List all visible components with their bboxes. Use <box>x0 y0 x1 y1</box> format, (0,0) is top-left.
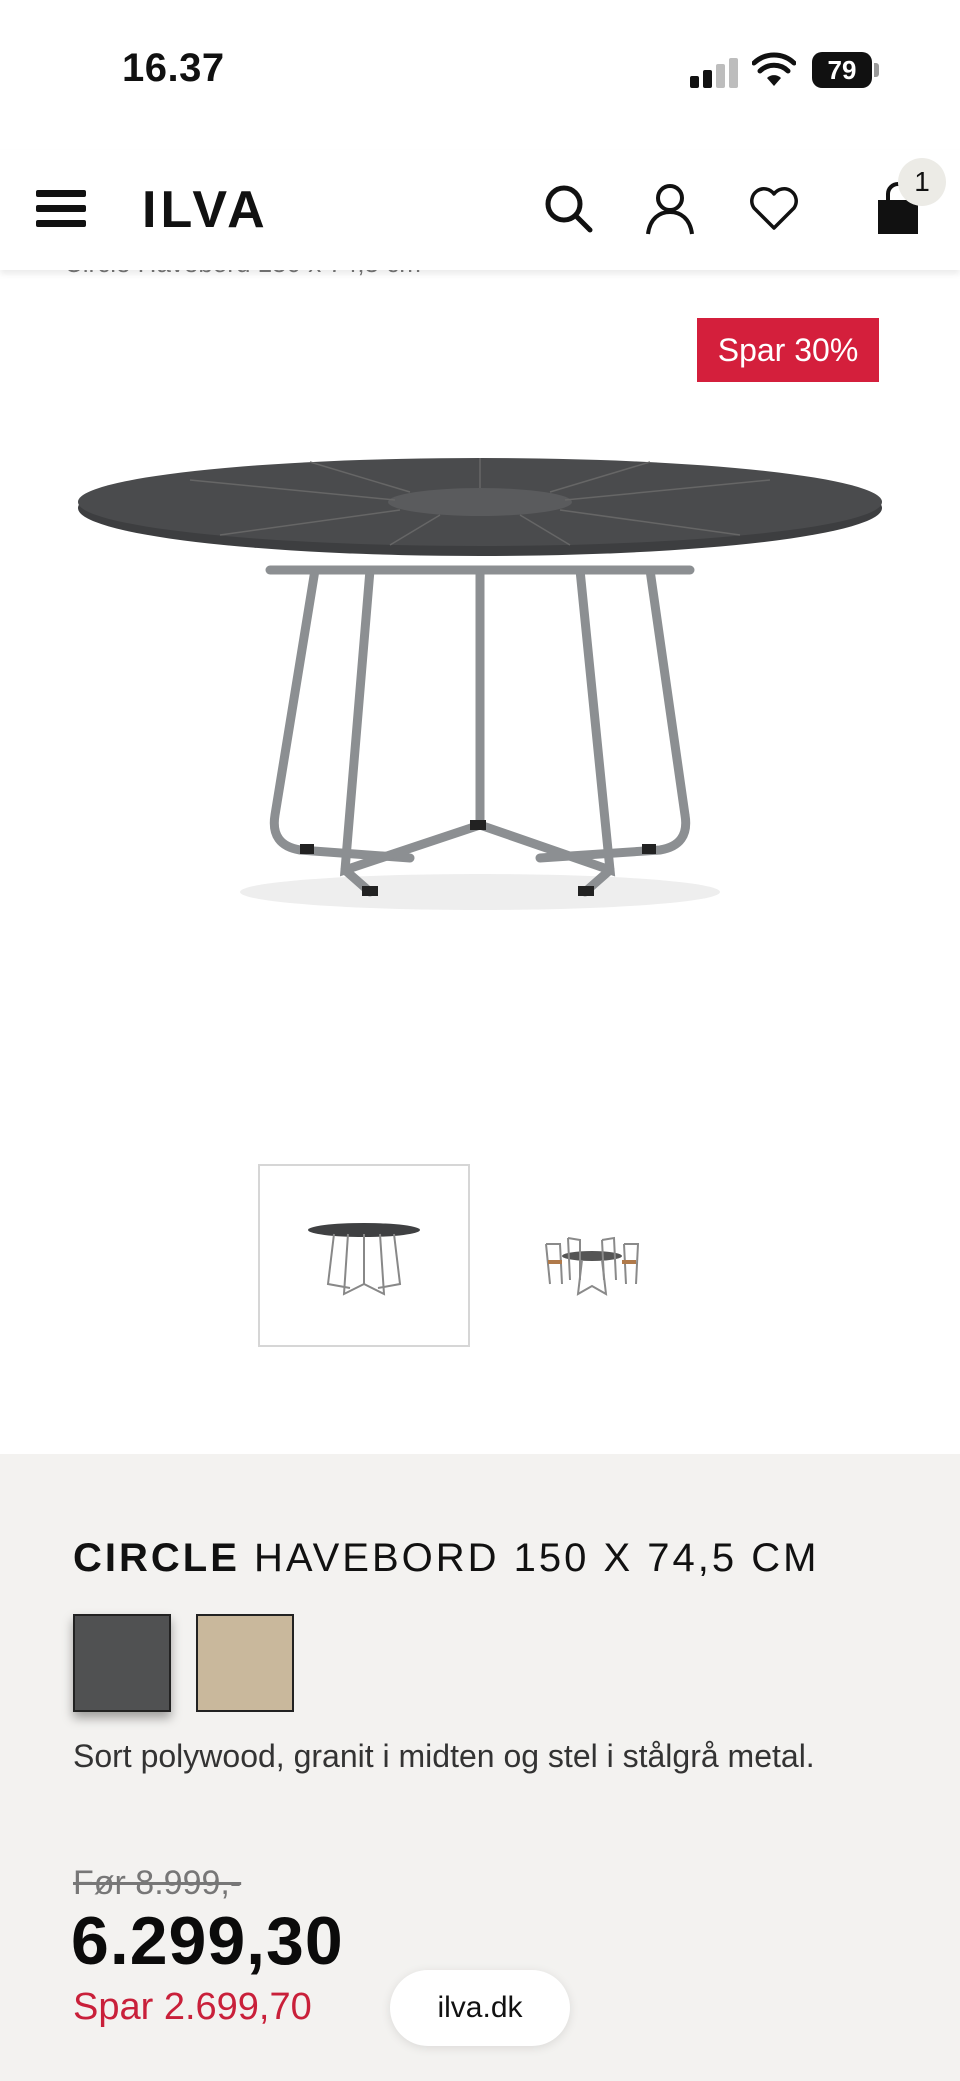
thumbnail-table-set[interactable] <box>538 1214 646 1310</box>
status-time: 16.37 <box>122 46 225 90</box>
search-icon[interactable] <box>540 180 596 236</box>
battery-icon: 79 <box>812 52 879 88</box>
product-description: Sort polywood, granit i midten og stel i… <box>73 1738 815 1774</box>
product-title: CIRCLE HAVEBORD 150 X 74,5 CM <box>73 1536 819 1581</box>
heart-icon[interactable] <box>746 180 802 236</box>
product-image[interactable] <box>70 440 890 960</box>
savings-amount: Spar 2.699,70 <box>73 1986 312 2028</box>
color-swatch-black[interactable] <box>73 1614 171 1712</box>
battery-level: 79 <box>827 55 857 85</box>
product-brand: CIRCLE <box>73 1536 240 1580</box>
wifi-icon <box>752 52 796 86</box>
current-price: 6.299,30 <box>71 1903 344 1979</box>
thumbnail-table[interactable] <box>258 1164 470 1347</box>
cart-count-badge: 1 <box>898 158 946 206</box>
status-bar: 16.37 79 <box>0 0 960 140</box>
discount-badge: Spar 30% <box>697 318 879 382</box>
ilva-logo[interactable]: ILVA <box>142 180 269 240</box>
menu-icon[interactable] <box>36 186 86 230</box>
color-swatch-sand[interactable] <box>196 1614 294 1712</box>
cellular-signal-icon <box>690 56 740 88</box>
site-header: ILVA 1 <box>0 150 960 270</box>
thumbnail-table-image <box>308 1223 420 1296</box>
user-icon[interactable] <box>642 180 698 236</box>
old-price: Før 8.999,- <box>73 1864 242 1902</box>
browser-url-pill[interactable]: ilva.dk <box>390 1970 570 2046</box>
product-name: HAVEBORD 150 X 74,5 CM <box>239 1536 820 1580</box>
